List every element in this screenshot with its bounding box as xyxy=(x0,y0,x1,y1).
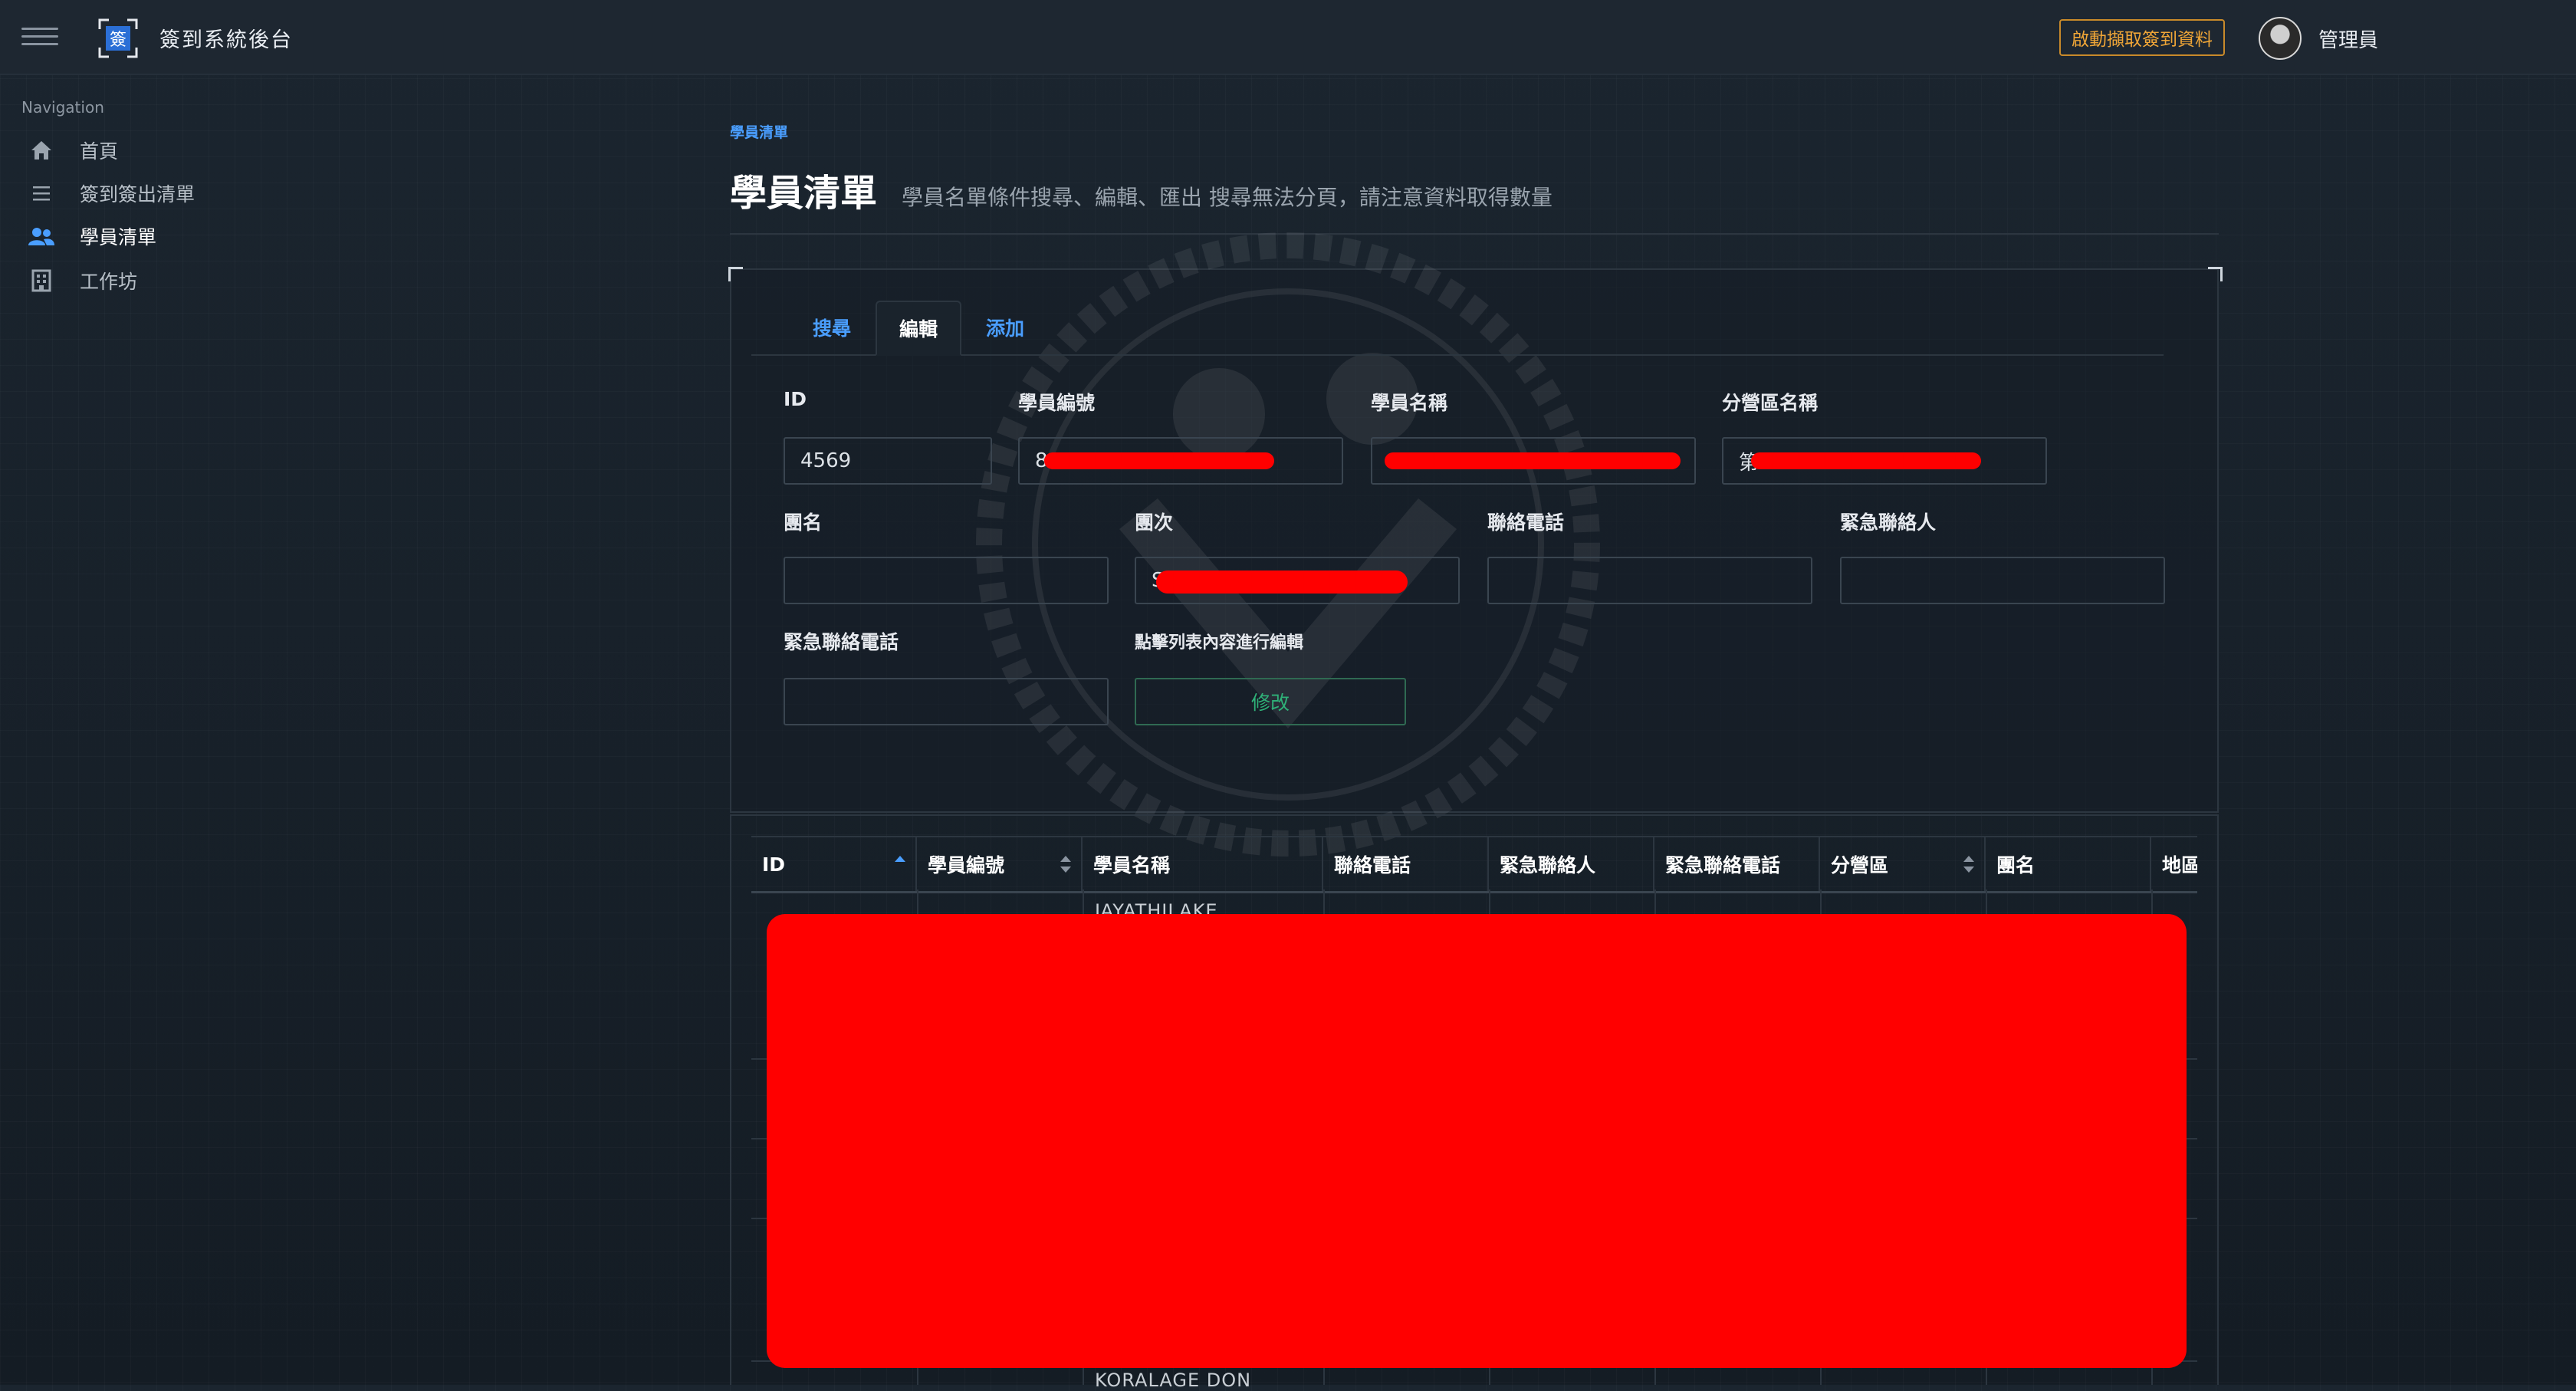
sort-asc-icon xyxy=(895,856,905,862)
group-no-label: 團次 xyxy=(1135,511,1174,534)
student-no-label: 學員編號 xyxy=(1018,392,1096,414)
list-icon xyxy=(28,179,55,207)
table-header: ID 學員編號 學員名稱 聯絡電話 緊急聯絡人 緊急聯絡電話 分營區 團名 地區 xyxy=(751,836,2197,893)
home-icon xyxy=(28,136,55,164)
column-header-phone[interactable]: 聯絡電話 xyxy=(1323,837,1489,891)
student-name-label: 學員名稱 xyxy=(1371,392,1448,414)
tab-add[interactable]: 添加 xyxy=(963,301,1047,354)
logo-glyph: 簽 xyxy=(110,31,127,50)
table-cell[interactable]: KORALAGE DON xyxy=(1095,1370,1251,1391)
sidebar-item-students[interactable]: 學員清單 xyxy=(28,219,273,253)
redaction-mark xyxy=(1751,452,1981,469)
redaction-mark xyxy=(1156,571,1408,594)
tab-bar: 搜尋 編輯 添加 xyxy=(751,301,2164,356)
nav-heading: Navigation xyxy=(21,98,104,117)
menu-icon[interactable] xyxy=(21,28,58,46)
column-header-group-name[interactable]: 團名 xyxy=(1986,837,2151,891)
panel-corner xyxy=(2208,267,2223,281)
id-field[interactable] xyxy=(784,437,992,485)
column-header-student-name[interactable]: 學員名稱 xyxy=(1083,837,1323,891)
app-title: 簽到系統後台 xyxy=(159,28,293,52)
branch-name-label: 分營區名稱 xyxy=(1722,392,1819,414)
column-header-region[interactable]: 地區 xyxy=(2151,837,2197,891)
emergency-contact-label: 緊急聯絡人 xyxy=(1840,511,1937,534)
page-title: 學員清單 xyxy=(730,172,878,215)
sort-icon xyxy=(1060,856,1071,873)
column-header-label: 學員名稱 xyxy=(1093,854,1171,876)
page-subtitle: 學員名單條件搜尋、編輯、匯出 搜尋無法分頁，請注意資料取得數量 xyxy=(902,185,1552,210)
column-header-label: 緊急聯絡人 xyxy=(1500,854,1596,876)
avatar[interactable] xyxy=(2259,17,2302,60)
phone-field[interactable] xyxy=(1487,557,1812,604)
app-logo: 簽 xyxy=(98,18,138,58)
sidebar-item-label: 工作坊 xyxy=(80,271,138,293)
emergency-phone-label: 緊急聯絡電話 xyxy=(784,631,899,653)
column-header-emergency-contact[interactable]: 緊急聯絡人 xyxy=(1489,837,1654,891)
sidebar-item-checkin-list[interactable]: 簽到簽出清單 xyxy=(28,176,273,210)
start-capture-button[interactable]: 啟動擷取簽到資料 xyxy=(2059,19,2225,56)
column-header-branch[interactable]: 分營區 xyxy=(1820,837,1986,891)
group-name-label: 團名 xyxy=(784,511,823,534)
sidebar-item-label: 首頁 xyxy=(80,140,119,163)
column-header-emergency-phone[interactable]: 緊急聯絡電話 xyxy=(1654,837,1820,891)
emergency-phone-field[interactable] xyxy=(784,678,1109,725)
panel-corner xyxy=(728,267,743,281)
column-header-label: ID xyxy=(762,853,786,876)
edit-hint: 點擊列表內容進行編輯 xyxy=(1135,633,1304,653)
redaction-mark xyxy=(1044,452,1274,469)
tab-edit[interactable]: 編輯 xyxy=(876,301,961,356)
column-header-label: 地區 xyxy=(2162,854,2197,876)
redaction-block xyxy=(767,914,2187,1368)
sidebar-item-home[interactable]: 首頁 xyxy=(28,133,273,167)
breadcrumb[interactable]: 學員清單 xyxy=(730,121,788,142)
modify-button[interactable]: 修改 xyxy=(1135,678,1406,725)
top-bar: 簽 簽到系統後台 啟動擷取簽到資料 管理員 xyxy=(0,0,2576,75)
users-icon xyxy=(28,222,55,250)
redaction-mark xyxy=(1385,452,1681,469)
column-header-label: 學員編號 xyxy=(928,854,1005,876)
emergency-contact-field[interactable] xyxy=(1840,557,2165,604)
user-name[interactable]: 管理員 xyxy=(2318,25,2378,53)
sidebar-item-label: 學員清單 xyxy=(80,226,157,248)
sidebar-item-label: 簽到簽出清單 xyxy=(80,183,196,206)
column-header-label: 團名 xyxy=(1996,854,2036,876)
building-icon xyxy=(28,267,55,294)
column-header-label: 聯絡電話 xyxy=(1334,854,1411,876)
group-name-field[interactable] xyxy=(784,557,1109,604)
column-header-label: 緊急聯絡電話 xyxy=(1665,854,1781,876)
tab-search[interactable]: 搜尋 xyxy=(790,301,874,354)
phone-label: 聯絡電話 xyxy=(1487,511,1565,534)
column-header-label: 分營區 xyxy=(1831,854,1889,876)
sort-icon xyxy=(1963,856,1974,873)
sidebar-item-workshop[interactable]: 工作坊 xyxy=(28,264,273,298)
column-header-id[interactable]: ID xyxy=(751,837,917,891)
id-label: ID xyxy=(784,388,807,410)
column-header-student-no[interactable]: 學員編號 xyxy=(917,837,1083,891)
